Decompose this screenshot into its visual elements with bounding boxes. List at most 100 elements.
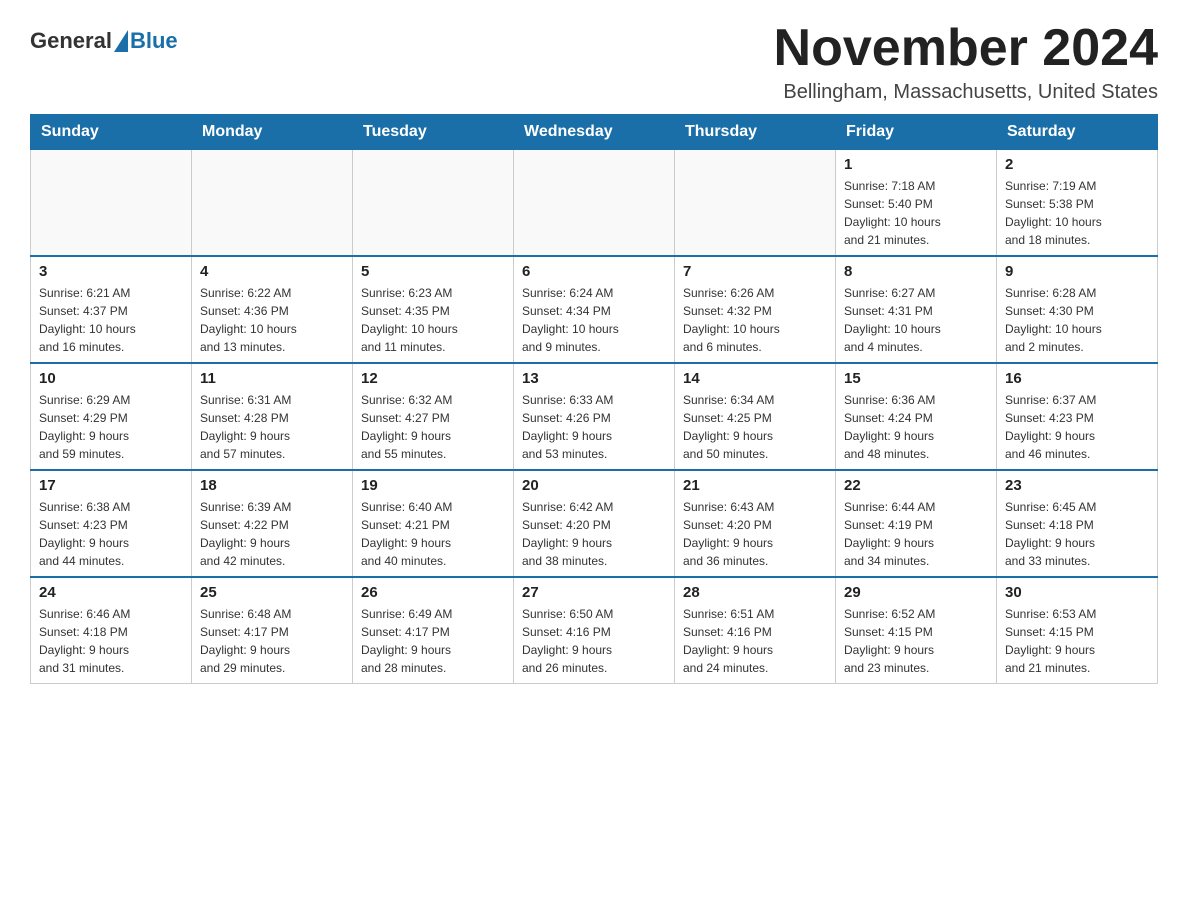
day-info: Sunrise: 6:52 AMSunset: 4:15 PMDaylight:…: [844, 605, 988, 677]
calendar-cell: 18 Sunrise: 6:39 AMSunset: 4:22 PMDayligh…: [192, 470, 353, 577]
day-info: Sunrise: 6:24 AMSunset: 4:34 PMDaylight:…: [522, 284, 666, 356]
day-number: 22: [844, 477, 988, 494]
calendar-week-row: 24Sunrise: 6:46 AMSunset: 4:18 PMDayligh…: [31, 577, 1158, 684]
calendar-week-row: 3 Sunrise: 6:21 AMSunset: 4:37 PMDaylight…: [31, 256, 1158, 363]
day-info: Sunrise: 6:43 AMSunset: 4:20 PMDaylight:…: [683, 498, 827, 570]
day-info: Sunrise: 6:32 AMSunset: 4:27 PMDaylight:…: [361, 391, 505, 463]
calendar-cell: [353, 150, 514, 257]
day-info: Sunrise: 6:39 AMSunset: 4:22 PMDaylight:…: [200, 498, 344, 570]
day-info: Sunrise: 6:22 AMSunset: 4:36 PMDaylight:…: [200, 284, 344, 356]
day-info: Sunrise: 6:28 AMSunset: 4:30 PMDaylight:…: [1005, 284, 1149, 356]
calendar-cell: [675, 150, 836, 257]
day-number: 2: [1005, 156, 1149, 173]
day-number: 8: [844, 263, 988, 280]
weekday-header-row: SundayMondayTuesdayWednesdayThursdayFrid…: [31, 115, 1158, 150]
day-number: 5: [361, 263, 505, 280]
day-number: 6: [522, 263, 666, 280]
day-number: 17: [39, 477, 183, 494]
day-info: Sunrise: 6:48 AMSunset: 4:17 PMDaylight:…: [200, 605, 344, 677]
calendar-cell: 5 Sunrise: 6:23 AMSunset: 4:35 PMDaylight…: [353, 256, 514, 363]
calendar-cell: 19 Sunrise: 6:40 AMSunset: 4:21 PMDayligh…: [353, 470, 514, 577]
calendar-cell: 1 Sunrise: 7:18 AMSunset: 5:40 PMDaylight…: [836, 150, 997, 257]
day-number: 19: [361, 477, 505, 494]
day-number: 20: [522, 477, 666, 494]
day-number: 28: [683, 584, 827, 601]
page-header: General Blue November 2024 Bellingham, M…: [30, 20, 1158, 104]
day-info: Sunrise: 6:51 AMSunset: 4:16 PMDaylight:…: [683, 605, 827, 677]
day-info: Sunrise: 6:37 AMSunset: 4:23 PMDaylight:…: [1005, 391, 1149, 463]
day-number: 30: [1005, 584, 1149, 601]
day-number: 21: [683, 477, 827, 494]
calendar-cell: 23Sunrise: 6:45 AMSunset: 4:18 PMDayligh…: [997, 470, 1158, 577]
day-number: 10: [39, 370, 183, 387]
calendar-cell: 28 Sunrise: 6:51 AMSunset: 4:16 PMDayligh…: [675, 577, 836, 684]
logo-blue-text: Blue: [130, 28, 178, 54]
day-number: 3: [39, 263, 183, 280]
day-info: Sunrise: 6:53 AMSunset: 4:15 PMDaylight:…: [1005, 605, 1149, 677]
day-number: 16: [1005, 370, 1149, 387]
logo-triangle-icon: [114, 30, 128, 52]
calendar-cell: 8 Sunrise: 6:27 AMSunset: 4:31 PMDaylight…: [836, 256, 997, 363]
day-info: Sunrise: 6:27 AMSunset: 4:31 PMDaylight:…: [844, 284, 988, 356]
day-number: 11: [200, 370, 344, 387]
calendar-cell: 10Sunrise: 6:29 AMSunset: 4:29 PMDayligh…: [31, 363, 192, 470]
calendar-cell: 3 Sunrise: 6:21 AMSunset: 4:37 PMDaylight…: [31, 256, 192, 363]
day-number: 27: [522, 584, 666, 601]
day-number: 26: [361, 584, 505, 601]
calendar-cell: 17 Sunrise: 6:38 AMSunset: 4:23 PMDayligh…: [31, 470, 192, 577]
calendar-cell: 30 Sunrise: 6:53 AMSunset: 4:15 PMDayligh…: [997, 577, 1158, 684]
calendar-cell: 22 Sunrise: 6:44 AMSunset: 4:19 PMDayligh…: [836, 470, 997, 577]
calendar-cell: 26 Sunrise: 6:49 AMSunset: 4:17 PMDayligh…: [353, 577, 514, 684]
weekday-header-friday: Friday: [836, 115, 997, 150]
calendar-cell: [192, 150, 353, 257]
calendar-cell: 29 Sunrise: 6:52 AMSunset: 4:15 PMDayligh…: [836, 577, 997, 684]
calendar-week-row: 17 Sunrise: 6:38 AMSunset: 4:23 PMDayligh…: [31, 470, 1158, 577]
day-number: 29: [844, 584, 988, 601]
day-info: Sunrise: 6:50 AMSunset: 4:16 PMDaylight:…: [522, 605, 666, 677]
month-title: November 2024: [774, 20, 1158, 77]
calendar-cell: 24Sunrise: 6:46 AMSunset: 4:18 PMDayligh…: [31, 577, 192, 684]
day-number: 12: [361, 370, 505, 387]
calendar-week-row: 1 Sunrise: 7:18 AMSunset: 5:40 PMDaylight…: [31, 150, 1158, 257]
day-info: Sunrise: 6:38 AMSunset: 4:23 PMDaylight:…: [39, 498, 183, 570]
day-info: Sunrise: 6:44 AMSunset: 4:19 PMDaylight:…: [844, 498, 988, 570]
day-info: Sunrise: 6:42 AMSunset: 4:20 PMDaylight:…: [522, 498, 666, 570]
calendar-cell: 15 Sunrise: 6:36 AMSunset: 4:24 PMDayligh…: [836, 363, 997, 470]
day-number: 15: [844, 370, 988, 387]
weekday-header-monday: Monday: [192, 115, 353, 150]
weekday-header-tuesday: Tuesday: [353, 115, 514, 150]
logo-general-text: General: [30, 28, 112, 54]
day-number: 14: [683, 370, 827, 387]
day-number: 23: [1005, 477, 1149, 494]
day-number: 7: [683, 263, 827, 280]
title-section: November 2024 Bellingham, Massachusetts,…: [774, 20, 1158, 104]
calendar-cell: 21 Sunrise: 6:43 AMSunset: 4:20 PMDayligh…: [675, 470, 836, 577]
calendar-cell: 11Sunrise: 6:31 AMSunset: 4:28 PMDayligh…: [192, 363, 353, 470]
logo-blue-part: Blue: [112, 28, 178, 54]
day-info: Sunrise: 7:19 AMSunset: 5:38 PMDaylight:…: [1005, 177, 1149, 249]
calendar-cell: 12 Sunrise: 6:32 AMSunset: 4:27 PMDayligh…: [353, 363, 514, 470]
day-info: Sunrise: 6:34 AMSunset: 4:25 PMDaylight:…: [683, 391, 827, 463]
day-number: 1: [844, 156, 988, 173]
calendar-cell: 7Sunrise: 6:26 AMSunset: 4:32 PMDaylight…: [675, 256, 836, 363]
day-info: Sunrise: 6:40 AMSunset: 4:21 PMDaylight:…: [361, 498, 505, 570]
day-info: Sunrise: 6:46 AMSunset: 4:18 PMDaylight:…: [39, 605, 183, 677]
calendar-cell: 16 Sunrise: 6:37 AMSunset: 4:23 PMDayligh…: [997, 363, 1158, 470]
calendar-cell: 9Sunrise: 6:28 AMSunset: 4:30 PMDaylight…: [997, 256, 1158, 363]
day-info: Sunrise: 7:18 AMSunset: 5:40 PMDaylight:…: [844, 177, 988, 249]
day-number: 18: [200, 477, 344, 494]
day-number: 4: [200, 263, 344, 280]
calendar-cell: 25 Sunrise: 6:48 AMSunset: 4:17 PMDayligh…: [192, 577, 353, 684]
day-info: Sunrise: 6:36 AMSunset: 4:24 PMDaylight:…: [844, 391, 988, 463]
day-number: 13: [522, 370, 666, 387]
calendar-table: SundayMondayTuesdayWednesdayThursdayFrid…: [30, 114, 1158, 684]
calendar-cell: 14 Sunrise: 6:34 AMSunset: 4:25 PMDayligh…: [675, 363, 836, 470]
calendar-cell: 13Sunrise: 6:33 AMSunset: 4:26 PMDayligh…: [514, 363, 675, 470]
day-info: Sunrise: 6:21 AMSunset: 4:37 PMDaylight:…: [39, 284, 183, 356]
calendar-cell: [31, 150, 192, 257]
calendar-cell: 6 Sunrise: 6:24 AMSunset: 4:34 PMDaylight…: [514, 256, 675, 363]
day-info: Sunrise: 6:49 AMSunset: 4:17 PMDaylight:…: [361, 605, 505, 677]
day-info: Sunrise: 6:23 AMSunset: 4:35 PMDaylight:…: [361, 284, 505, 356]
day-number: 25: [200, 584, 344, 601]
weekday-header-thursday: Thursday: [675, 115, 836, 150]
